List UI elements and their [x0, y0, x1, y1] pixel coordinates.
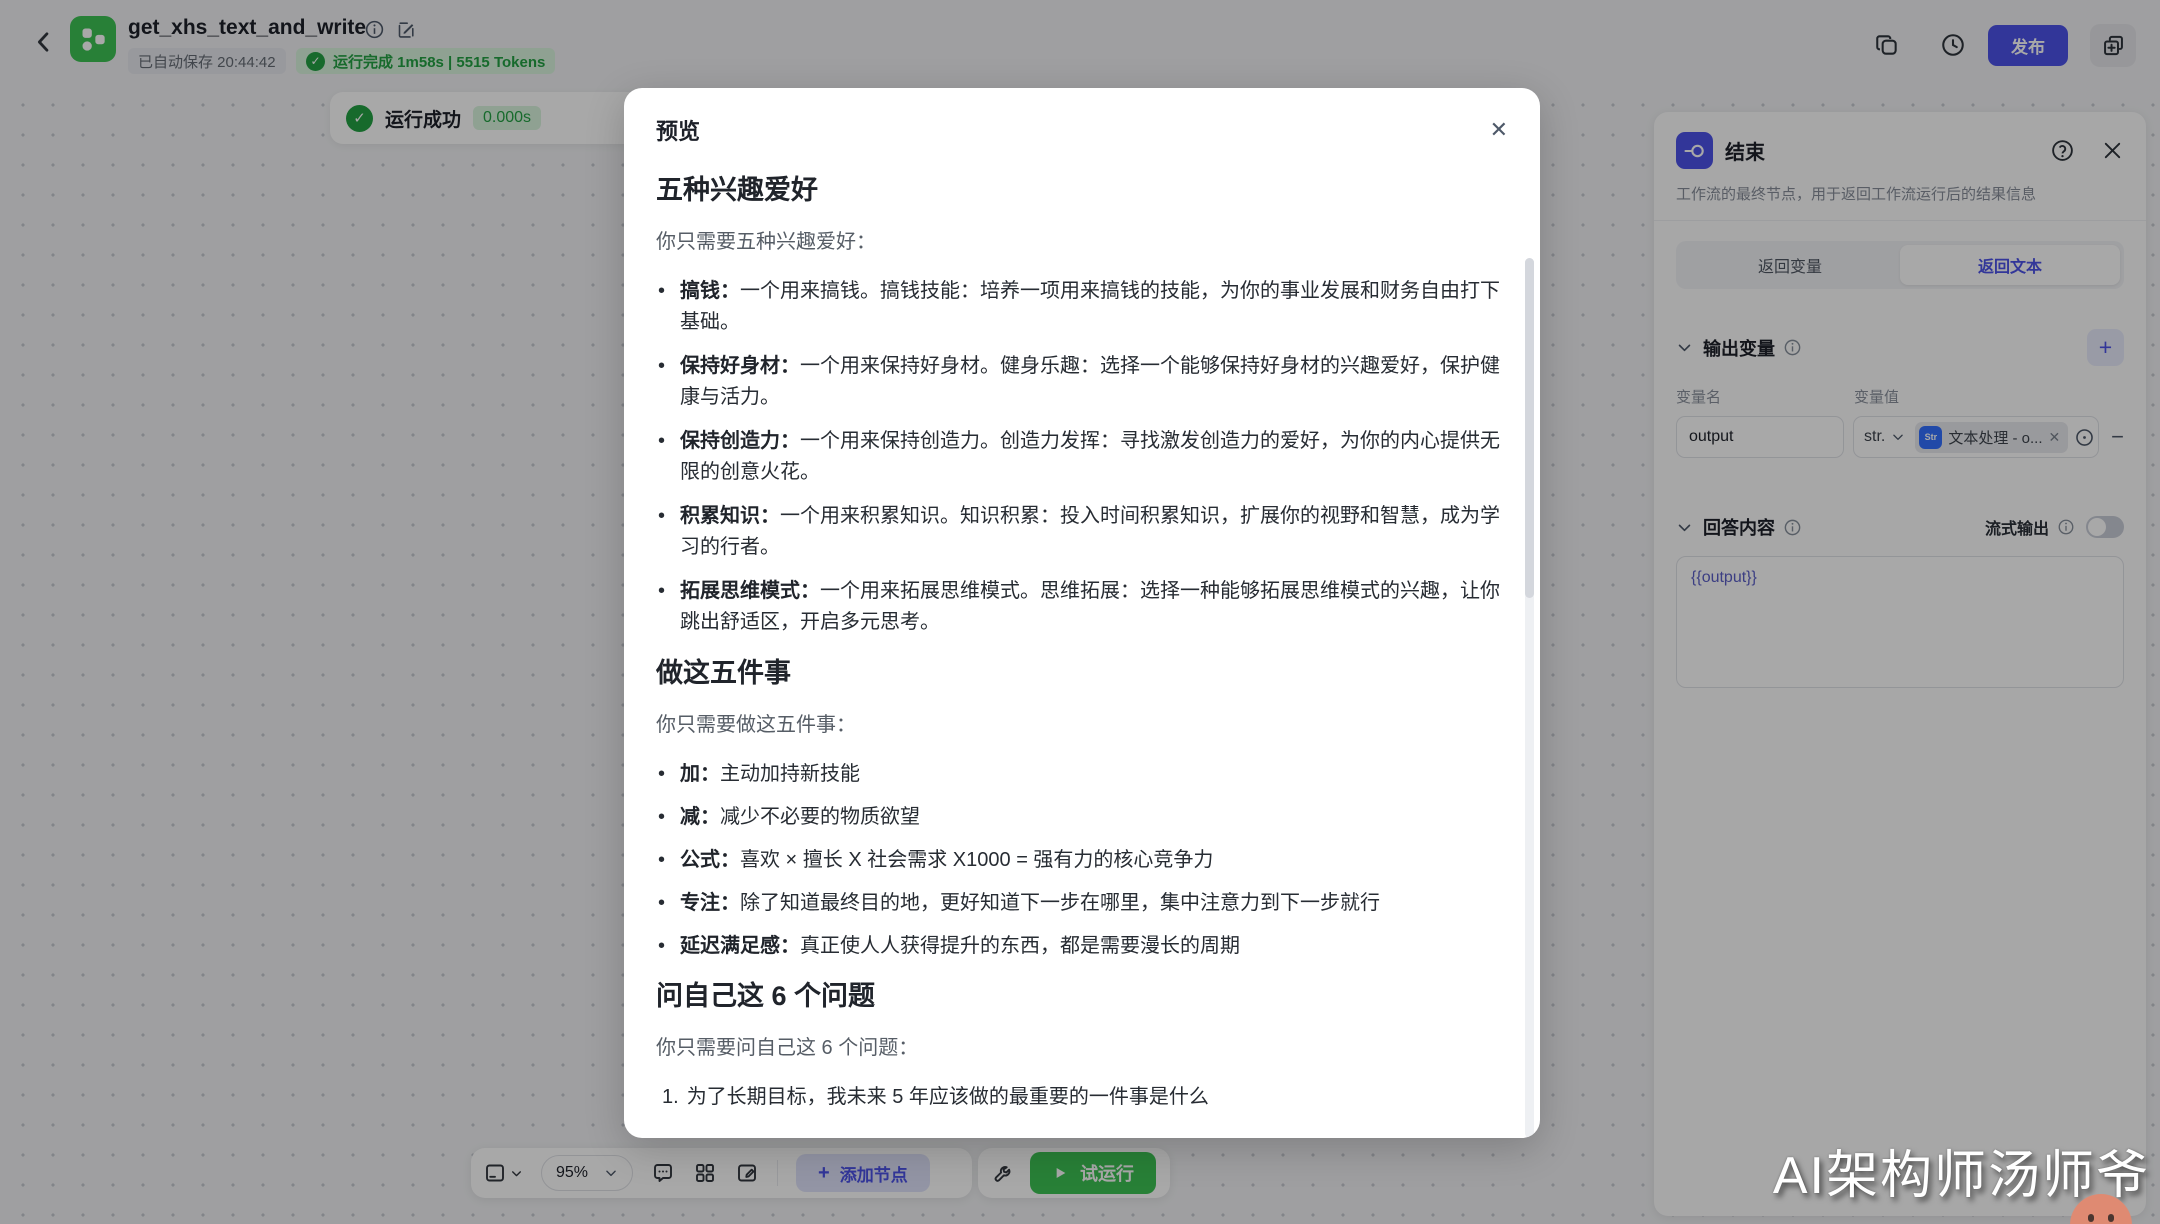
- section-intro: 你只需要做这五件事：: [656, 708, 1500, 737]
- list-item: 延迟满足感：真正使人人获得提升的东西，都是需要漫长的周期: [656, 931, 1500, 962]
- preview-modal: 预览 ✕ 五种兴趣爱好 你只需要五种兴趣爱好： 搞钱：一个用来搞钱。搞钱技能：培…: [624, 88, 1540, 1138]
- bullet-list: 搞钱：一个用来搞钱。搞钱技能：培养一项用来搞钱的技能，为你的事业发展和财务自由打…: [656, 276, 1500, 638]
- modal-title: 预览: [656, 114, 700, 146]
- scrollbar[interactable]: [1525, 258, 1534, 1138]
- list-item: 加：主动加持新技能: [656, 759, 1500, 790]
- preview-content: 五种兴趣爱好 你只需要五种兴趣爱好： 搞钱：一个用来搞钱。搞钱技能：培养一项用来…: [624, 156, 1540, 1116]
- numbered-list: 1.为了长期目标，我未来 5 年应该做的最重要的一件事是什么: [656, 1082, 1500, 1113]
- modal-close-icon[interactable]: ✕: [1490, 119, 1508, 141]
- list-item: 积累知识：一个用来积累知识。知识积累：投入时间积累知识，扩展你的视野和智慧，成为…: [656, 501, 1500, 563]
- section-heading: 做这五件事: [656, 651, 1500, 690]
- section-heading: 五种兴趣爱好: [656, 168, 1500, 207]
- list-item: 1.为了长期目标，我未来 5 年应该做的最重要的一件事是什么: [656, 1082, 1500, 1113]
- scrollbar-thumb[interactable]: [1525, 258, 1534, 598]
- section-heading: 问自己这 6 个问题: [656, 974, 1500, 1013]
- bullet-list: 加：主动加持新技能 减：减少不必要的物质欲望 公式：喜欢 × 擅长 X 社会需求…: [656, 759, 1500, 962]
- workflow-editor: get_xhs_text_and_write 已自动保存 20:44:42 ✓ …: [0, 0, 2160, 1224]
- list-item: 搞钱：一个用来搞钱。搞钱技能：培养一项用来搞钱的技能，为你的事业发展和财务自由打…: [656, 276, 1500, 338]
- list-item: 保持创造力：一个用来保持创造力。创造力发挥：寻找激发创造力的爱好，为你的内心提供…: [656, 426, 1500, 488]
- list-item: 公式：喜欢 × 擅长 X 社会需求 X1000 = 强有力的核心竞争力: [656, 845, 1500, 876]
- list-item: 保持好身材：一个用来保持好身材。健身乐趣：选择一个能够保持好身材的兴趣爱好，保护…: [656, 351, 1500, 413]
- section-intro: 你只需要五种兴趣爱好：: [656, 225, 1500, 254]
- list-item: 专注：除了知道最终目的地，更好知道下一步在哪里，集中注意力到下一步就行: [656, 888, 1500, 919]
- section-intro: 你只需要问自己这 6 个问题：: [656, 1031, 1500, 1060]
- list-item: 拓展思维模式：一个用来拓展思维模式。思维拓展：选择一种能够拓展思维模式的兴趣，让…: [656, 576, 1500, 638]
- list-item: 减：减少不必要的物质欲望: [656, 802, 1500, 833]
